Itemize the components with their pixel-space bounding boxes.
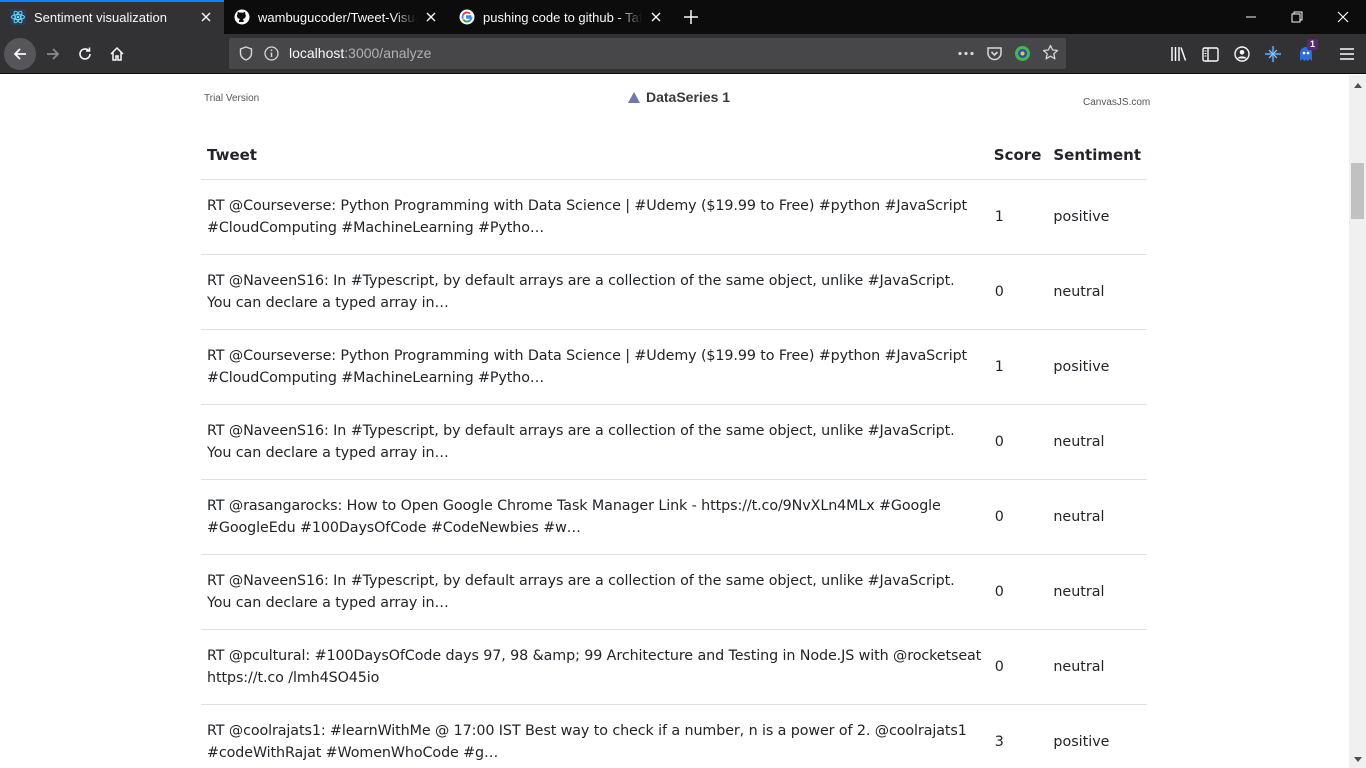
tweet-sentiment: positive (1047, 329, 1147, 405)
tweet-sentiment: positive (1047, 704, 1147, 768)
back-button[interactable] (4, 38, 36, 70)
tweet-sentiment: neutral (1047, 554, 1147, 630)
star-icon[interactable] (1042, 44, 1059, 66)
tweets-table: Tweet Score Sentiment RT @Courseverse: P… (201, 132, 1147, 768)
tab-github[interactable]: wambugucoder/Tweet-Visualiz (224, 0, 449, 34)
tweet-text: RT @pcultural: #100DaysOfCode days 97, 9… (201, 629, 988, 705)
tweet-sentiment: neutral (1047, 254, 1147, 330)
tweet-text: RT @coolrajats1: #learnWithMe @ 17:00 IS… (201, 704, 988, 768)
tab-sentiment-visualization[interactable]: Sentiment visualization (0, 0, 224, 34)
table-row: RT @pcultural: #100DaysOfCode days 97, 9… (201, 629, 1147, 705)
extension-circle-icon[interactable] (1014, 45, 1031, 67)
close-tab-icon[interactable] (421, 7, 441, 27)
tweet-text: RT @NaveenS16: In #Typescript, by defaul… (201, 554, 988, 630)
page-viewport: Trial Version DataSeries 1 CanvasJS.com … (0, 75, 1349, 768)
account-icon[interactable] (1231, 34, 1253, 74)
close-tab-icon[interactable] (646, 7, 666, 27)
chart-footer: Trial Version DataSeries 1 CanvasJS.com (0, 75, 1349, 115)
url-text[interactable]: localhost:3000/analyze (289, 38, 431, 69)
tweet-text: RT @NaveenS16: In #Typescript, by defaul… (201, 404, 988, 480)
table-row: RT @Courseverse: Python Programming with… (201, 179, 1147, 255)
sidebar-icon[interactable] (1199, 34, 1221, 74)
triangle-marker-icon (628, 91, 640, 103)
ghost-extension-icon[interactable]: 1 (1294, 34, 1319, 74)
forward-button[interactable] (37, 38, 69, 70)
tweet-score: 1 (987, 329, 1048, 405)
tweet-text: RT @NaveenS16: In #Typescript, by defaul… (201, 254, 988, 330)
close-tab-icon[interactable] (196, 7, 216, 27)
extension-badge: 1 (1307, 39, 1319, 50)
table-row: RT @coolrajats1: #learnWithMe @ 17:00 IS… (201, 704, 1147, 768)
url-host: localhost (289, 45, 345, 61)
scroll-up-arrow-icon[interactable] (1349, 77, 1366, 93)
arrow-right-icon (47, 48, 60, 60)
scrollbar-thumb[interactable] (1351, 163, 1364, 219)
navigation-toolbar: localhost:3000/analyze 1 (0, 34, 1366, 74)
table-row: RT @rasangarocks: How to Open Google Chr… (201, 479, 1147, 555)
tweet-text: RT @rasangarocks: How to Open Google Chr… (201, 479, 988, 555)
close-window-button[interactable] (1320, 0, 1366, 34)
shield-icon[interactable] (239, 46, 253, 66)
tweet-score: 0 (987, 254, 1048, 330)
tweet-sentiment: neutral (1047, 629, 1147, 705)
react-icon (10, 9, 26, 25)
column-header-score: Score (987, 132, 1048, 180)
tab-title: wambugucoder/Tweet-Visualiz (258, 9, 417, 25)
tweet-text: RT @Courseverse: Python Programming with… (201, 179, 988, 255)
library-icon[interactable] (1168, 34, 1190, 74)
tab-title: pushing code to github - Tafut (483, 9, 642, 25)
table-row: RT @Courseverse: Python Programming with… (201, 329, 1147, 405)
table-body: RT @Courseverse: Python Programming with… (201, 179, 1147, 768)
tweet-score: 3 (987, 704, 1048, 768)
google-icon (459, 9, 475, 25)
tweet-score: 1 (987, 179, 1048, 255)
tab-strip: Sentiment visualization wambugucoder/Twe… (0, 0, 1366, 34)
restore-button[interactable] (1274, 0, 1320, 34)
minimize-button[interactable] (1228, 0, 1274, 34)
tweet-score: 0 (987, 554, 1048, 630)
page-actions-icon[interactable] (957, 46, 975, 66)
legend-label: DataSeries 1 (646, 89, 731, 105)
table-row: RT @NaveenS16: In #Typescript, by defaul… (201, 404, 1147, 480)
address-bar[interactable]: localhost:3000/analyze (229, 38, 1066, 69)
plus-icon (684, 10, 698, 24)
chart-legend[interactable]: DataSeries 1 (628, 89, 730, 105)
menu-icon[interactable] (1337, 34, 1357, 74)
tab-google-search[interactable]: pushing code to github - Tafut (449, 0, 674, 34)
column-header-tweet: Tweet (201, 132, 988, 180)
table-row: RT @NaveenS16: In #Typescript, by defaul… (201, 554, 1147, 630)
arrow-left-icon (13, 48, 26, 60)
tweet-sentiment: neutral (1047, 404, 1147, 480)
home-button[interactable] (101, 38, 133, 70)
column-header-sentiment: Sentiment (1047, 132, 1147, 180)
home-icon (110, 46, 124, 61)
tweet-sentiment: positive (1047, 179, 1147, 255)
vertical-scrollbar[interactable] (1349, 75, 1366, 768)
trial-version-label: Trial Version (204, 93, 260, 104)
tab-title: Sentiment visualization (34, 9, 167, 25)
canvasjs-credit-link[interactable]: CanvasJS.com (1083, 97, 1150, 108)
new-tab-button[interactable] (674, 0, 708, 34)
scroll-down-arrow-icon[interactable] (1349, 751, 1366, 767)
tweet-score: 0 (987, 479, 1048, 555)
reload-button[interactable] (69, 38, 101, 70)
github-icon (234, 9, 250, 25)
tweet-text: RT @Courseverse: Python Programming with… (201, 329, 988, 405)
tweet-sentiment: neutral (1047, 479, 1147, 555)
url-path: :3000/analyze (344, 45, 432, 61)
info-icon[interactable] (264, 46, 279, 66)
reload-icon (79, 47, 91, 60)
pocket-icon[interactable] (986, 45, 1003, 67)
table-row: RT @NaveenS16: In #Typescript, by defaul… (201, 254, 1147, 330)
tweet-score: 0 (987, 629, 1048, 705)
airplane-extension-icon[interactable] (1262, 34, 1284, 74)
tweet-score: 0 (987, 404, 1048, 480)
table-header-row: Tweet Score Sentiment (201, 132, 1147, 180)
